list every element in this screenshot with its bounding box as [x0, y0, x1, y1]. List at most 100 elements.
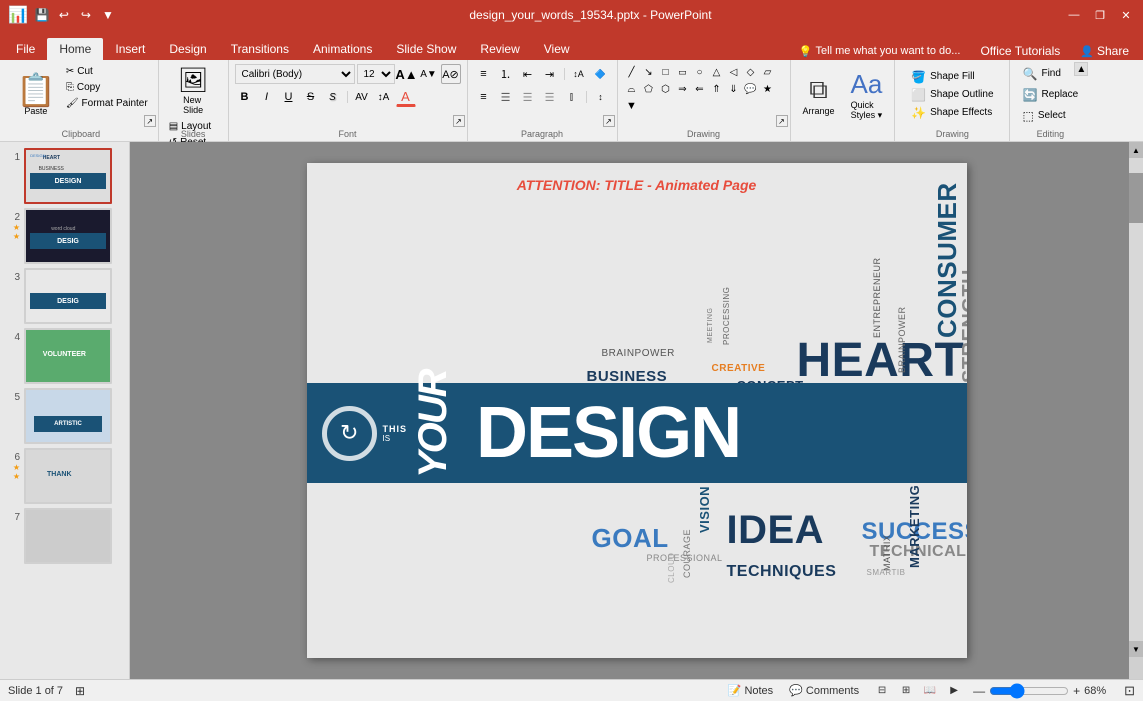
- slide-thumb-7[interactable]: 7: [4, 506, 125, 566]
- redo-icon[interactable]: ↪: [78, 7, 94, 23]
- font-size-select[interactable]: 12: [357, 64, 395, 84]
- cut-button[interactable]: ✂ Cut: [62, 64, 152, 79]
- tab-transitions[interactable]: Transitions: [219, 38, 301, 60]
- format-painter-button[interactable]: 🖌 Format Painter: [62, 96, 152, 111]
- slide-thumb-3[interactable]: 3DESIG: [4, 266, 125, 326]
- slide-area[interactable]: ATTENTION: TITLE - Animated Page BRAINPO…: [130, 142, 1143, 679]
- bold-button[interactable]: B: [235, 87, 255, 107]
- minimize-button[interactable]: —: [1065, 8, 1083, 22]
- notes-button[interactable]: 📝 Notes: [724, 682, 777, 699]
- tab-animations[interactable]: Animations: [301, 38, 384, 60]
- bullet-list-button[interactable]: ≡: [474, 64, 494, 84]
- tab-insert[interactable]: Insert: [103, 38, 157, 60]
- slide-thumb-6[interactable]: 6★THANK: [4, 446, 125, 506]
- tab-view[interactable]: View: [532, 38, 582, 60]
- arrow-right-shape[interactable]: ⇒: [675, 81, 691, 97]
- oval-shape[interactable]: ○: [692, 64, 708, 80]
- underline-button[interactable]: U: [279, 87, 299, 107]
- normal-view-button[interactable]: ⊟: [871, 682, 893, 700]
- shape-effects-button[interactable]: ✨ Shape Effects: [907, 105, 997, 121]
- italic-button[interactable]: I: [257, 87, 277, 107]
- office-tutorials-link[interactable]: Office Tutorials: [974, 42, 1066, 60]
- align-left-button[interactable]: ≡: [474, 87, 494, 107]
- share-button[interactable]: 👤 Share: [1074, 42, 1135, 60]
- slideshow-button[interactable]: ▶: [943, 682, 965, 700]
- fit-window-button[interactable]: ⊡: [1124, 683, 1135, 699]
- copy-button[interactable]: ⎘ Copy: [62, 80, 152, 95]
- slide-thumb-4[interactable]: 4VOLUNTEER: [4, 326, 125, 386]
- tab-home[interactable]: Home: [47, 38, 103, 60]
- clipboard-expand[interactable]: ↗: [144, 115, 156, 127]
- align-center-button[interactable]: ☰: [496, 87, 516, 107]
- strikethrough-button[interactable]: S: [301, 87, 321, 107]
- select-button[interactable]: ⬚ Select: [1019, 107, 1083, 125]
- font-expand[interactable]: ↗: [453, 115, 465, 127]
- increase-indent-button[interactable]: ⇥: [540, 64, 560, 84]
- scroll-up-arrow[interactable]: ▲: [1129, 142, 1143, 158]
- tell-me-box[interactable]: 💡 Tell me what you want to do...: [793, 43, 967, 60]
- callout-shape[interactable]: 💬: [743, 81, 759, 97]
- text-direction-button[interactable]: ↕A: [374, 87, 394, 107]
- zoom-in-button[interactable]: +: [1073, 684, 1080, 698]
- comments-button[interactable]: 💬 Comments: [785, 682, 863, 699]
- tab-design[interactable]: Design: [157, 38, 218, 60]
- line-spacing-button[interactable]: ↕: [591, 87, 611, 107]
- shadow-button[interactable]: S: [323, 87, 343, 107]
- slide-thumb-5[interactable]: 5ARTISTIC: [4, 386, 125, 446]
- new-slide-button[interactable]: 🖼 NewSlide: [170, 64, 216, 117]
- font-grow-button[interactable]: A▲: [397, 64, 417, 84]
- hexagon-shape[interactable]: ⬡: [658, 81, 674, 97]
- text-direction-para-button[interactable]: ↕A: [569, 64, 589, 84]
- more-shapes[interactable]: ▼: [624, 98, 640, 114]
- quick-styles-button[interactable]: Aa QuickStyles ▾: [845, 67, 889, 123]
- rtriangle-shape[interactable]: ◁: [726, 64, 742, 80]
- shape-fill-button[interactable]: 🪣 Shape Fill: [907, 69, 997, 85]
- numbered-list-button[interactable]: ⒈: [496, 64, 516, 84]
- slide-thumb-2[interactable]: 2★DESIGword cloud: [4, 206, 125, 266]
- diamond-shape[interactable]: ◇: [743, 64, 759, 80]
- replace-button[interactable]: 🔄 Replace: [1019, 86, 1083, 104]
- scroll-down-arrow[interactable]: ▼: [1129, 641, 1143, 657]
- scroll-thumb[interactable]: [1129, 173, 1143, 223]
- columns-button[interactable]: ⫿: [562, 87, 582, 107]
- decrease-indent-button[interactable]: ⇤: [518, 64, 538, 84]
- tab-review[interactable]: Review: [468, 38, 531, 60]
- font-color-button[interactable]: A: [396, 87, 416, 107]
- shape-outline-button[interactable]: ⬜ Shape Outline: [907, 87, 997, 103]
- close-button[interactable]: ✕: [1117, 8, 1135, 22]
- triangle-shape[interactable]: △: [709, 64, 725, 80]
- customize-icon[interactable]: ▼: [100, 7, 116, 23]
- line-shape[interactable]: ╱: [624, 64, 640, 80]
- align-right-button[interactable]: ☰: [518, 87, 538, 107]
- reading-view-button[interactable]: 📖: [919, 682, 941, 700]
- paste-button[interactable]: 📋 Paste: [10, 64, 62, 125]
- vertical-scrollbar[interactable]: ▲ ▼: [1129, 142, 1143, 657]
- parallelogram-shape[interactable]: ▱: [760, 64, 776, 80]
- zoom-out-button[interactable]: —: [973, 684, 985, 698]
- slide-thumb-1[interactable]: 1 DESIGN HEART BUSINESS DESIGN: [4, 146, 125, 206]
- pentagon-shape[interactable]: ⬠: [641, 81, 657, 97]
- arrow-down-shape[interactable]: ⇓: [726, 81, 742, 97]
- slide-sorter-button[interactable]: ⊞: [895, 682, 917, 700]
- convert-to-smartart-button[interactable]: 🔷: [591, 64, 611, 84]
- restore-button[interactable]: ❐: [1091, 8, 1109, 22]
- clear-format-button[interactable]: A⊘: [441, 64, 461, 84]
- tab-slideshow[interactable]: Slide Show: [384, 38, 468, 60]
- drawing-expand[interactable]: ↗: [776, 115, 788, 127]
- find-button[interactable]: 🔍 Find: [1019, 65, 1083, 83]
- undo-icon[interactable]: ↩: [56, 7, 72, 23]
- arrow-left-shape[interactable]: ⇐: [692, 81, 708, 97]
- round-rect-shape[interactable]: ▭: [675, 64, 691, 80]
- char-spacing-button[interactable]: AV: [352, 87, 372, 107]
- paragraph-expand[interactable]: ↗: [603, 115, 615, 127]
- arrow-up-shape[interactable]: ⇑: [709, 81, 725, 97]
- star-shape[interactable]: ★: [760, 81, 776, 97]
- rect-shape[interactable]: □: [658, 64, 674, 80]
- zoom-slider-input[interactable]: [989, 683, 1069, 699]
- font-family-select[interactable]: Calibri (Body): [235, 64, 355, 84]
- tab-file[interactable]: File: [4, 38, 47, 60]
- ribbon-collapse-button[interactable]: ▲: [1074, 62, 1088, 76]
- save-icon[interactable]: 💾: [34, 7, 50, 23]
- font-shrink-button[interactable]: A▼: [419, 64, 439, 84]
- arrow-shape[interactable]: ↘: [641, 64, 657, 80]
